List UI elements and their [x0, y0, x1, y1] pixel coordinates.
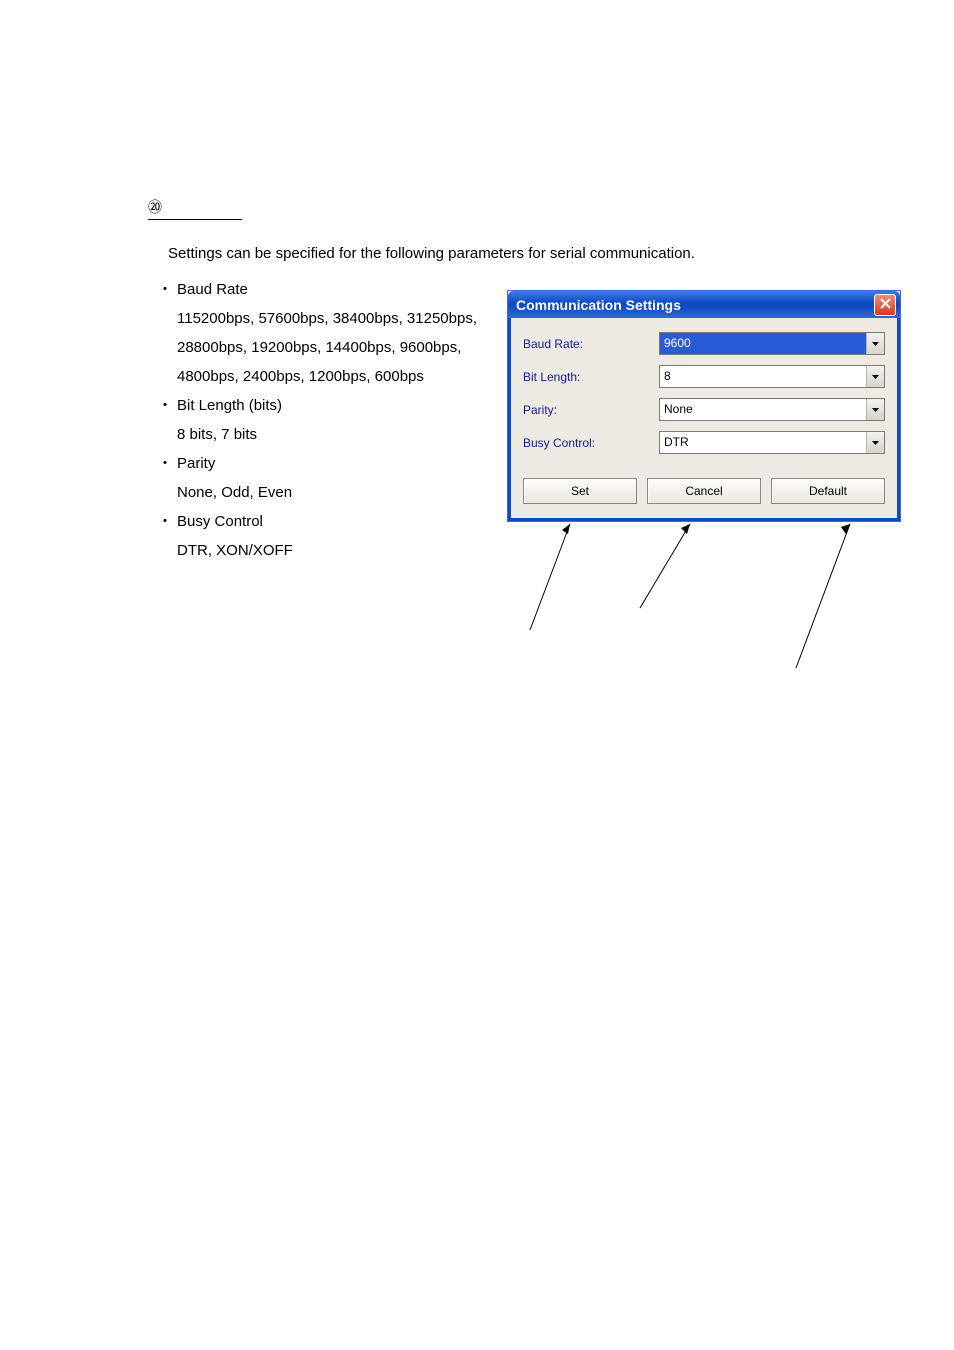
bullet-title: Baud Rate [177, 275, 248, 304]
chevron-down-icon[interactable] [866, 366, 884, 387]
bullet-body-line: DTR, XON/XOFF [177, 536, 477, 565]
bullet-title: Busy Control [177, 507, 263, 536]
chevron-down-icon[interactable] [866, 432, 884, 453]
cancel-button[interactable]: Cancel [647, 478, 761, 504]
bullet-title: Parity [177, 449, 215, 478]
field-label: Busy Control: [523, 436, 659, 450]
communication-settings-dialog: Communication Settings Baud Rate: 9600 B… [508, 291, 900, 521]
field-busy-control: Busy Control: DTR [523, 431, 885, 454]
leader-arrow [788, 512, 868, 672]
default-button[interactable]: Default [771, 478, 885, 504]
leader-arrow [632, 512, 712, 612]
chevron-down-icon[interactable] [866, 333, 884, 354]
field-parity: Parity: None [523, 398, 885, 421]
bullet-body-line: None, Odd, Even [177, 478, 477, 507]
field-baud-rate: Baud Rate: 9600 [523, 332, 885, 355]
close-icon [880, 298, 891, 312]
bullet-dot: ・ [153, 275, 177, 304]
bullet-dot: ・ [153, 449, 177, 478]
set-button[interactable]: Set [523, 478, 637, 504]
titlebar[interactable]: Communication Settings [508, 291, 900, 318]
bullet-body-line: 115200bps, 57600bps, 38400bps, 31250bps, [177, 304, 477, 333]
chevron-down-icon[interactable] [866, 399, 884, 420]
parity-combo[interactable]: None [659, 398, 885, 421]
field-label: Bit Length: [523, 370, 659, 384]
baud-rate-combo[interactable]: 9600 [659, 332, 885, 355]
section-number: ⑳ [148, 197, 242, 220]
busy-control-combo[interactable]: DTR [659, 431, 885, 454]
field-label: Baud Rate: [523, 337, 659, 351]
close-button[interactable] [874, 294, 896, 316]
bit-length-combo[interactable]: 8 [659, 365, 885, 388]
field-label: Parity: [523, 403, 659, 417]
bullet-list: ・Baud Rate 115200bps, 57600bps, 38400bps… [153, 275, 477, 565]
leader-arrow [522, 512, 582, 632]
bullet-dot: ・ [153, 507, 177, 536]
combo-value: 9600 [660, 333, 866, 354]
bullet-dot: ・ [153, 391, 177, 420]
combo-value: DTR [660, 432, 866, 453]
dialog-body: Baud Rate: 9600 Bit Length: 8 Parity: No… [508, 318, 900, 521]
button-row: Set Cancel Default [523, 478, 885, 504]
intro-text: Settings can be specified for the follow… [168, 245, 695, 262]
bullet-body-line: 8 bits, 7 bits [177, 420, 477, 449]
combo-value: None [660, 399, 866, 420]
bullet-body-line: 28800bps, 19200bps, 14400bps, 9600bps, [177, 333, 477, 362]
bullet-body-line: 4800bps, 2400bps, 1200bps, 600bps [177, 362, 477, 391]
combo-value: 8 [660, 366, 866, 387]
bullet-title: Bit Length (bits) [177, 391, 282, 420]
field-bit-length: Bit Length: 8 [523, 365, 885, 388]
dialog-title: Communication Settings [516, 297, 874, 313]
